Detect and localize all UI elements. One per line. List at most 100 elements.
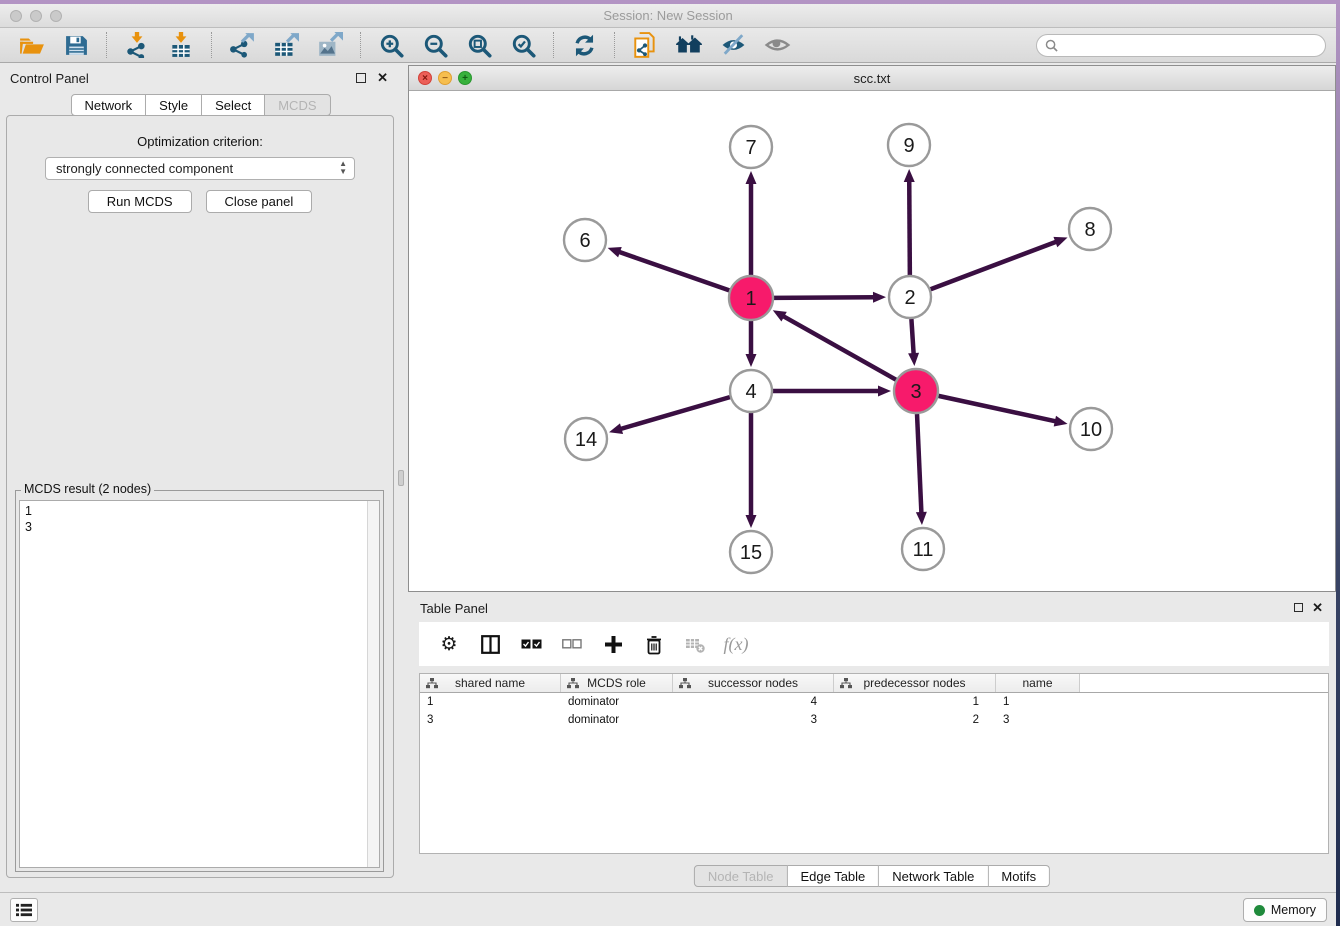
settings-gear-icon[interactable]: ⚙ [437, 632, 461, 656]
toolbar-separator [106, 32, 107, 58]
edge-4-14[interactable] [620, 397, 730, 429]
home-layout-icon[interactable] [674, 30, 704, 60]
edge-arrow-3-10 [1054, 416, 1068, 427]
edge-arrow-1-4 [746, 354, 757, 367]
add-column-icon[interactable] [601, 632, 625, 656]
result-line: 3 [25, 519, 374, 535]
open-session-icon[interactable] [17, 30, 47, 60]
mcds-panel: Optimization criterion: strongly connect… [6, 115, 394, 878]
column-header-mcds-role[interactable]: MCDS role [561, 674, 673, 692]
import-table-icon[interactable] [166, 30, 196, 60]
tab-motifs[interactable]: Motifs [988, 865, 1050, 887]
zoom-out-icon[interactable] [420, 30, 450, 60]
table-row[interactable]: 3dominator323 [420, 711, 1328, 729]
import-network-icon[interactable] [122, 30, 152, 60]
memory-button[interactable]: Memory [1243, 898, 1327, 922]
zoom-fit-icon[interactable] [464, 30, 494, 60]
tab-network[interactable]: Network [70, 94, 146, 116]
close-panel-icon[interactable]: ✕ [377, 70, 388, 86]
network-graph: 7968124314101511 [409, 91, 1335, 591]
edge-2-8[interactable] [931, 241, 1058, 289]
cell-predecessor-nodes: 2 [834, 711, 996, 729]
edge-arrow-4-15 [746, 515, 757, 528]
show-columns-icon[interactable] [478, 632, 502, 656]
column-header-name[interactable]: name [996, 674, 1080, 692]
mcds-result-title: MCDS result (2 nodes) [21, 482, 154, 496]
tab-edge-table[interactable]: Edge Table [787, 865, 879, 887]
edge-1-6[interactable] [618, 252, 729, 291]
optimization-criterion-label: Optimization criterion: [7, 134, 393, 149]
desktop-wallpaper-right [1336, 0, 1340, 926]
graph-node-label-1: 1 [745, 288, 756, 310]
search-icon [1045, 39, 1058, 52]
export-image-icon[interactable] [315, 30, 345, 60]
network-canvas[interactable]: 7968124314101511 [409, 91, 1335, 591]
table-row[interactable]: 1dominator411 [420, 693, 1328, 711]
float-panel-icon[interactable] [356, 73, 366, 83]
run-mcds-button[interactable]: Run MCDS [88, 190, 192, 213]
column-header-predecessor-nodes[interactable]: predecessor nodes [834, 674, 996, 692]
graph-node-label-9: 9 [903, 135, 914, 157]
save-session-icon[interactable] [61, 30, 91, 60]
main-titlebar: Session: New Session [0, 4, 1336, 28]
tab-select[interactable]: Select [202, 94, 265, 116]
tab-style[interactable]: Style [146, 94, 202, 116]
copy-view-icon[interactable] [630, 30, 660, 60]
network-window-title: scc.txt [409, 71, 1335, 86]
birdseye-icon[interactable] [762, 30, 792, 60]
zoom-selected-icon[interactable] [508, 30, 538, 60]
cell-shared-name: 3 [420, 711, 561, 729]
close-panel-button[interactable]: Close panel [206, 190, 313, 213]
hide-details-icon[interactable] [718, 30, 748, 60]
column-header-shared-name[interactable]: shared name [420, 674, 561, 692]
export-table-icon[interactable] [271, 30, 301, 60]
edge-3-11[interactable] [917, 414, 921, 514]
edge-3-10[interactable] [938, 396, 1056, 422]
edge-1-2[interactable] [774, 297, 875, 298]
search-field[interactable] [1036, 34, 1326, 57]
network-window: × − + scc.txt 7968124314101511 [408, 65, 1336, 592]
node-table-body: 1dominator4113dominator323 [420, 693, 1328, 729]
graph-node-label-8: 8 [1084, 219, 1095, 241]
toolbar-separator [360, 32, 361, 58]
node-table: shared nameMCDS rolesuccessor nodesprede… [419, 673, 1329, 854]
edge-arrow-2-3 [908, 353, 919, 366]
delete-column-icon[interactable] [642, 632, 666, 656]
vertical-splitter-grip[interactable] [398, 470, 404, 486]
tab-node-table[interactable]: Node Table [694, 865, 788, 887]
tab-mcds[interactable]: MCDS [265, 94, 330, 116]
optimization-criterion-select[interactable]: strongly connected component ▲▼ [45, 157, 355, 180]
result-scrollbar[interactable] [367, 501, 379, 867]
graph-node-label-4: 4 [745, 381, 756, 403]
function-builder-icon: f(x) [724, 632, 748, 656]
refresh-icon[interactable] [569, 30, 599, 60]
control-panel-tabs: NetworkStyleSelectMCDS [70, 94, 330, 116]
select-all-icon[interactable] [519, 632, 543, 656]
zoom-in-icon[interactable] [376, 30, 406, 60]
table-panel: Table Panel ✕ ⚙ f(x) shared nameMCDS rol… [408, 595, 1336, 890]
graph-node-label-11: 11 [913, 539, 934, 561]
deselect-all-icon[interactable] [560, 632, 584, 656]
edge-3-1[interactable] [782, 316, 896, 380]
task-history-button[interactable] [10, 898, 38, 922]
export-network-icon[interactable] [227, 30, 257, 60]
graph-node-label-2: 2 [904, 287, 915, 309]
memory-status-icon [1254, 905, 1265, 916]
graph-node-label-3: 3 [910, 381, 921, 403]
network-window-titlebar: × − + scc.txt [409, 66, 1335, 91]
edge-2-3[interactable] [911, 319, 913, 355]
mcds-result-text[interactable]: 13 [19, 500, 380, 868]
close-table-panel-icon[interactable]: ✕ [1312, 600, 1323, 616]
node-table-header: shared nameMCDS rolesuccessor nodesprede… [420, 674, 1328, 693]
mcds-result-box: MCDS result (2 nodes) 13 [15, 490, 384, 872]
search-input[interactable] [1063, 37, 1325, 55]
edge-arrow-1-2 [873, 292, 886, 303]
list-icon [15, 902, 33, 918]
float-table-panel-icon[interactable] [1294, 603, 1303, 612]
edge-2-9[interactable] [909, 180, 910, 275]
graph-node-label-7: 7 [745, 137, 756, 159]
tab-network-table[interactable]: Network Table [879, 865, 988, 887]
delete-table-icon [683, 632, 707, 656]
column-header-successor-nodes[interactable]: successor nodes [673, 674, 834, 692]
cell-name: 1 [996, 693, 1080, 711]
